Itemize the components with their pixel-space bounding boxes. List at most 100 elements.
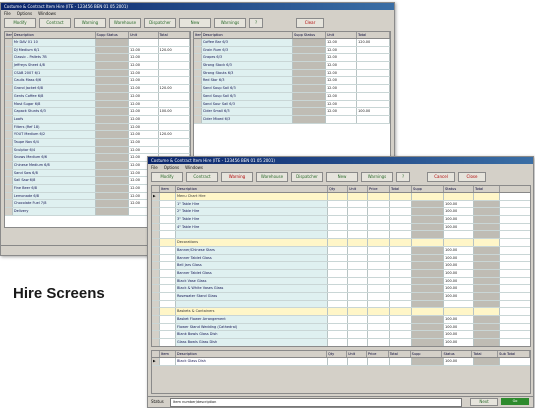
row-unit[interactable]: 12.00 bbox=[325, 39, 357, 46]
row-selector[interactable] bbox=[194, 100, 202, 108]
row-description[interactable]: Strong Stouts 6/3 bbox=[201, 69, 293, 77]
row-unit[interactable]: 12.00 bbox=[128, 46, 159, 54]
row-price[interactable] bbox=[368, 208, 390, 216]
row-selector[interactable] bbox=[5, 154, 13, 161]
menu-file[interactable]: File bbox=[151, 164, 158, 171]
row-unit[interactable] bbox=[348, 239, 368, 246]
row-cell[interactable] bbox=[368, 358, 390, 365]
menu-windows[interactable]: Windows bbox=[185, 164, 203, 171]
row-unit[interactable] bbox=[348, 193, 368, 200]
row-selector[interactable] bbox=[5, 162, 13, 169]
row-description[interactable]: 2" Table Hire bbox=[176, 208, 328, 216]
row-price[interactable] bbox=[368, 239, 390, 246]
row-unit[interactable]: 12.00 bbox=[325, 92, 357, 100]
table-row[interactable]: Coffee Bar 6/3 12.00 120.00 bbox=[194, 39, 390, 47]
row-item-cell[interactable] bbox=[160, 292, 176, 300]
warehouse-button[interactable]: Warehouse bbox=[256, 172, 288, 182]
table-row[interactable]: Cider Mixed 6/3 bbox=[194, 115, 390, 124]
help-button[interactable]: ? bbox=[396, 172, 410, 182]
row-unit[interactable]: 12.00 bbox=[325, 77, 357, 85]
table-row[interactable]: Filters (Ref 18) 12.00 bbox=[5, 123, 190, 132]
row-unit[interactable]: 12.00 bbox=[128, 100, 159, 108]
row-price[interactable] bbox=[368, 300, 390, 308]
row-qty[interactable] bbox=[328, 323, 348, 331]
row-item-cell[interactable] bbox=[160, 223, 176, 231]
row-selector[interactable] bbox=[5, 92, 13, 100]
row-unit[interactable]: 12.00 bbox=[128, 92, 159, 100]
row-selector[interactable] bbox=[194, 77, 202, 85]
row-item-cell[interactable] bbox=[160, 316, 176, 323]
row-description[interactable]: Black Glass Dish bbox=[176, 358, 328, 365]
section-row[interactable]: Baskets & Containers bbox=[152, 308, 530, 316]
table-row[interactable]: Sand Soup Sail 6/3 12.00 bbox=[194, 92, 390, 101]
row-selector[interactable] bbox=[152, 300, 160, 308]
table-row[interactable]: Banner Tablet Glass 100.00 bbox=[152, 254, 530, 263]
row-unit[interactable]: 12.00 bbox=[128, 85, 159, 92]
row-description[interactable]: Sand Soup Sail 6/3 bbox=[201, 92, 293, 100]
row-selector[interactable] bbox=[5, 131, 13, 138]
row-price[interactable] bbox=[368, 246, 390, 254]
table-row[interactable]: 2" Table Hire 100.00 bbox=[152, 208, 530, 217]
table-row[interactable]: Banner/Chinese Stars 100.00 bbox=[152, 246, 530, 255]
row-qty[interactable] bbox=[328, 269, 348, 277]
row-description[interactable]: Grand Jacket 6/8 bbox=[12, 85, 96, 92]
table-row[interactable]: Strong Stock 6/3 12.00 bbox=[194, 62, 390, 70]
row-selector[interactable] bbox=[152, 223, 160, 231]
row-unit[interactable]: 12.00 bbox=[325, 85, 357, 92]
row-description[interactable]: Chinese Medium 6/8 bbox=[12, 162, 96, 169]
section-row[interactable]: Decorations bbox=[152, 239, 530, 247]
table-row[interactable]: 3" Table Hire 100.00 bbox=[152, 216, 530, 224]
row-selector[interactable] bbox=[194, 92, 202, 100]
table-row[interactable]: 4" Table Hire 100.00 bbox=[152, 223, 530, 232]
row-selector[interactable] bbox=[5, 69, 13, 77]
row-qty[interactable] bbox=[328, 200, 348, 208]
table-row[interactable] bbox=[152, 300, 530, 309]
table-row[interactable]: 1" Table Hire 100.00 bbox=[152, 200, 530, 209]
row-unit[interactable]: 12.00 bbox=[128, 138, 159, 146]
row-selector[interactable] bbox=[5, 169, 13, 177]
row-selector[interactable] bbox=[5, 77, 13, 85]
table-row[interactable]: Capack Stunts 6/3 12.00 100.00 bbox=[5, 108, 190, 116]
menu-file[interactable]: File bbox=[4, 10, 11, 17]
row-unit[interactable]: 12.00 bbox=[325, 100, 357, 108]
row-qty[interactable] bbox=[328, 193, 348, 200]
menu-options[interactable]: Options bbox=[17, 10, 32, 17]
row-qty[interactable] bbox=[328, 254, 348, 262]
row-description[interactable] bbox=[176, 300, 328, 308]
row-description[interactable]: Delivery bbox=[12, 208, 96, 215]
table-row[interactable]: Bell Jars Glass 100.00 bbox=[152, 262, 530, 270]
row-selector[interactable] bbox=[5, 115, 13, 123]
row-unit[interactable]: 12.00 bbox=[128, 108, 159, 115]
row-price[interactable] bbox=[368, 308, 390, 315]
table-row[interactable]: Classic - Pallets 7B 12.00 bbox=[5, 54, 190, 63]
row-price[interactable] bbox=[368, 277, 390, 285]
table-row[interactable]: Sculptor 6/4 12.00 bbox=[5, 146, 190, 155]
row-unit[interactable]: 12.00 bbox=[325, 54, 357, 62]
row-item-cell[interactable] bbox=[160, 193, 176, 200]
menu-windows[interactable]: Windows bbox=[38, 10, 56, 17]
row-unit[interactable]: 12.00 bbox=[128, 146, 159, 154]
row-selector[interactable] bbox=[5, 192, 13, 200]
row-unit[interactable] bbox=[348, 254, 368, 262]
row-unit[interactable] bbox=[348, 208, 368, 216]
row-unit[interactable] bbox=[348, 246, 368, 254]
row-description[interactable]: Sand Saw 6/8 bbox=[12, 169, 96, 177]
row-qty[interactable] bbox=[328, 208, 348, 216]
row-selector[interactable] bbox=[5, 123, 13, 131]
table-row[interactable]: Basket Flower Arrangement 100.00 bbox=[152, 316, 530, 324]
dispatcher-button[interactable]: Dispatcher bbox=[291, 172, 323, 182]
table-row[interactable]: Red Stor 6/3 12.00 bbox=[194, 77, 390, 86]
table-row[interactable]: Grapes 6/3 12.00 bbox=[194, 54, 390, 63]
row-description[interactable]: Gents Coffee 6/8 bbox=[12, 92, 96, 100]
modify-button[interactable]: Modify bbox=[151, 172, 183, 182]
row-description[interactable]: CSAB 2007 6/1 bbox=[12, 69, 96, 77]
row-selector[interactable] bbox=[5, 85, 13, 92]
row-selector[interactable] bbox=[5, 138, 13, 146]
table-row[interactable]: Strong Stouts 6/3 12.00 bbox=[194, 69, 390, 78]
new-button[interactable]: New bbox=[326, 172, 358, 182]
row-description[interactable]: Capack Stunts 6/3 bbox=[12, 108, 96, 115]
table-row[interactable]: DJ Medium 6/1 12.00 120.00 bbox=[5, 46, 190, 55]
row-selector[interactable] bbox=[152, 339, 160, 346]
table-row[interactable]: Sand Soup Sail 6/3 12.00 bbox=[194, 85, 390, 93]
close-button[interactable]: Close bbox=[458, 172, 486, 182]
